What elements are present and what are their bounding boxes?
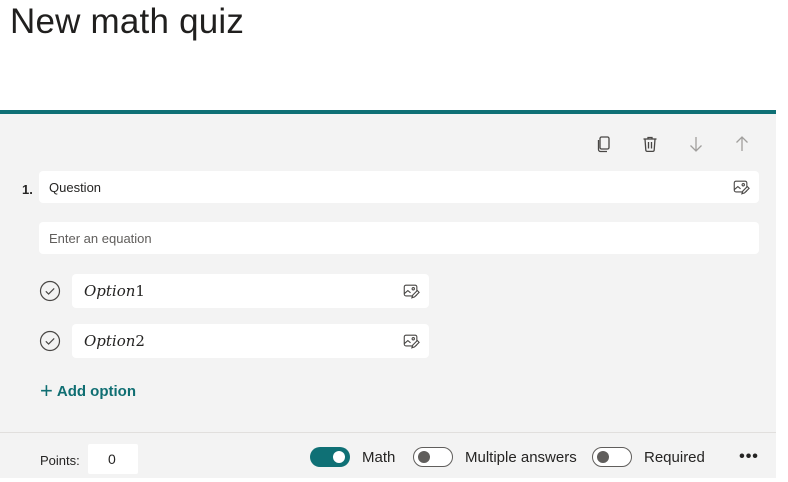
add-option-label: Add option [56,382,136,400]
question-number: 1. [22,182,33,197]
points-input[interactable] [88,444,138,474]
option-input[interactable]: Option1 [72,274,429,308]
question-toolbar [592,132,776,156]
plus-icon: + [40,378,53,403]
toggle-knob [597,451,609,463]
option-text: Option2 [84,332,145,350]
arrow-up-icon [736,136,748,151]
move-down-button[interactable] [684,132,708,156]
equation-placeholder: Enter an equation [49,230,152,246]
math-toggle-label: Math [362,448,396,466]
points-label: Points: [40,453,80,468]
check-circle-icon [39,330,61,352]
multiple-answers-toggle-label: Multiple answers [465,448,577,466]
option-input[interactable]: Option2 [72,324,429,358]
option-text: Option1 [84,282,145,300]
image-edit-icon [403,334,420,349]
equation-input[interactable]: Enter an equation [39,222,759,254]
arrow-down-icon [690,137,702,152]
toggle-knob [418,451,430,463]
insert-image-option-button[interactable] [401,331,421,351]
copy-icon [597,136,610,153]
question-input[interactable]: Question [39,171,759,203]
check-circle-icon [39,280,61,302]
quiz-title[interactable]: New math quiz [10,0,244,44]
required-toggle[interactable] [592,447,632,467]
image-edit-icon [403,284,420,299]
required-toggle-label: Required [644,448,705,466]
required-toggle-group: Required [592,447,705,467]
more-horizontal-icon: ••• [739,448,759,465]
trash-icon [643,136,657,153]
insert-image-option-button[interactable] [401,281,421,301]
move-up-button[interactable] [730,132,754,156]
math-toggle[interactable] [310,447,350,467]
question-card[interactable]: 1. Question Enter an equation Option1 Op… [0,110,776,478]
math-toggle-group: Math [310,447,395,467]
multiple-answers-toggle[interactable] [413,447,453,467]
multiple-answers-toggle-group: Multiple answers [413,447,577,467]
copy-question-button[interactable] [592,132,616,156]
insert-image-question-button[interactable] [731,177,751,197]
question-text: Question [49,179,102,195]
option-row: Option2 [39,324,429,358]
add-option-button[interactable]: + Add option [40,378,136,403]
more-options-button[interactable]: ••• [738,447,760,467]
option-row: Option1 [39,274,429,308]
question-footer: Points: Math Multiple answers Required •… [0,432,776,482]
mark-correct-button[interactable] [39,330,61,352]
image-edit-icon [733,180,750,195]
toggle-knob [333,451,345,463]
form-page: New math quiz 1. Question Enter an equat… [0,0,788,482]
mark-correct-button[interactable] [39,280,61,302]
delete-question-button[interactable] [638,132,662,156]
